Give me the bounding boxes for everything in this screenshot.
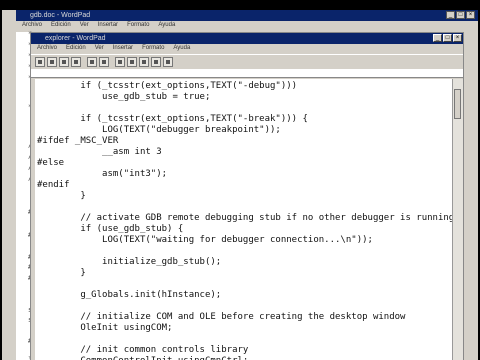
code-line: initialize_gdb_stub();: [37, 257, 222, 267]
minimize-button[interactable]: _: [446, 11, 455, 19]
close-button[interactable]: ×: [466, 11, 475, 19]
maximize-button[interactable]: □: [456, 11, 465, 19]
front-menu-item[interactable]: Edición: [66, 45, 86, 51]
desktop: gdb.doc - WordPad _ □ × Archivo Edición Ve…: [2, 10, 478, 360]
vertical-scrollbar[interactable]: [452, 79, 463, 360]
code-line: __asm int 3: [37, 147, 162, 157]
code-line: // initialize COM and OLE before creatin…: [37, 312, 406, 322]
code-line: use_gdb_stub = true;: [37, 92, 211, 102]
back-menu-item[interactable]: Formato: [127, 22, 149, 28]
date-icon[interactable]: [163, 57, 173, 67]
undo-icon[interactable]: [151, 57, 161, 67]
code-line: #else: [37, 158, 65, 168]
scroll-thumb[interactable]: [454, 89, 461, 119]
front-minimize-button[interactable]: _: [433, 34, 442, 42]
preview-icon[interactable]: [87, 57, 97, 67]
open-icon[interactable]: [47, 57, 57, 67]
front-menubar: Archivo Edición Ver Insertar Formato Ayuda: [31, 44, 463, 53]
new-icon[interactable]: [35, 57, 45, 67]
code-line: if (_tcsstr(ext_options,TEXT("-debug"))): [37, 81, 298, 91]
code-line: if (_tcsstr(ext_options,TEXT("-break")))…: [37, 114, 308, 124]
back-menu-item[interactable]: Archivo: [22, 22, 42, 28]
front-window-title: explorer - WordPad: [45, 35, 106, 42]
front-wordpad-window[interactable]: explorer - WordPad _ □ × Archivo Edición V…: [30, 32, 464, 360]
code-line: #endif: [37, 180, 70, 190]
back-window-title: gdb.doc - WordPad: [30, 12, 91, 19]
front-menu-item[interactable]: Ver: [95, 45, 104, 51]
code-line: }: [37, 268, 86, 278]
back-menu-item[interactable]: Ayuda: [158, 22, 175, 28]
code-line: asm("int3");: [37, 169, 168, 179]
front-maximize-button[interactable]: □: [443, 34, 452, 42]
code-line: // init common controls library: [37, 345, 249, 355]
back-menu-item[interactable]: Edición: [51, 22, 71, 28]
code-line: if (use_gdb_stub) {: [37, 224, 184, 234]
cut-icon[interactable]: [115, 57, 125, 67]
front-menu-item[interactable]: Insertar: [113, 45, 133, 51]
code-line: #ifdef _MSC_VER: [37, 136, 119, 146]
front-menu-item[interactable]: Archivo: [37, 45, 57, 51]
code-line: LOG(TEXT("waiting for debugger connectio…: [37, 235, 373, 245]
find-icon[interactable]: [99, 57, 109, 67]
front-close-button[interactable]: ×: [453, 34, 462, 42]
front-window-titlebar[interactable]: explorer - WordPad: [31, 33, 463, 44]
code-line: g_Globals.init(hInstance);: [37, 290, 222, 300]
back-menubar: Archivo Edición Ver Insertar Formato Ayuda: [16, 21, 478, 30]
back-menu-item[interactable]: Insertar: [98, 22, 118, 28]
print-icon[interactable]: [71, 57, 81, 67]
code-line: LOG(TEXT("debugger breakpoint"));: [37, 125, 281, 135]
code-line: OleInit usingCOM;: [37, 323, 173, 333]
back-window-titlebar[interactable]: gdb.doc - WordPad: [16, 10, 478, 21]
code-line: CommonControlInit usingCmnCtrl;: [37, 356, 248, 360]
front-menu-item[interactable]: Formato: [142, 45, 164, 51]
ruler[interactable]: [31, 69, 463, 78]
copy-icon[interactable]: [127, 57, 137, 67]
toolbar: [31, 54, 463, 70]
document-editor[interactable]: if (_tcsstr(ext_options,TEXT("-debug")))…: [35, 79, 455, 360]
save-icon[interactable]: [59, 57, 69, 67]
back-menu-item[interactable]: Ver: [80, 22, 89, 28]
code-line: // activate GDB remote debugging stub if…: [37, 213, 455, 223]
paste-icon[interactable]: [139, 57, 149, 67]
front-menu-item[interactable]: Ayuda: [173, 45, 190, 51]
code-line: }: [37, 191, 86, 201]
